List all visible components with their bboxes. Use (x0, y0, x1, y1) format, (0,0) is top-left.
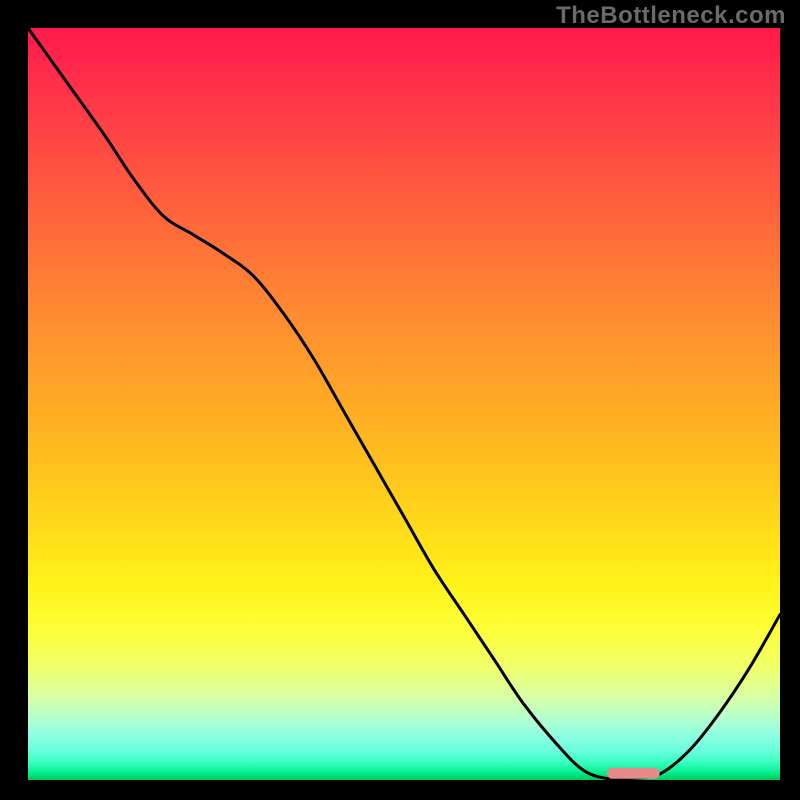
curve-layer (28, 28, 780, 780)
plot-area (28, 28, 780, 780)
optimum-marker (607, 768, 660, 779)
watermark-text: TheBottleneck.com (556, 2, 786, 30)
bottleneck-curve-path (28, 28, 780, 779)
chart-frame: TheBottleneck.com (0, 0, 800, 800)
